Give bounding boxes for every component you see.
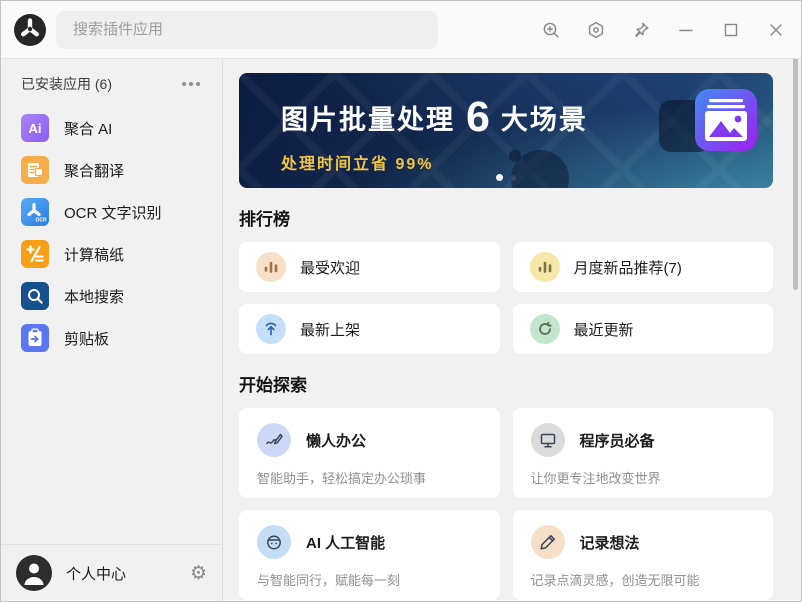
banner-subtitle: 处理时间立省 99%: [281, 156, 434, 173]
banner-title: 图片批量处理 6 大场景: [281, 96, 588, 139]
carousel-dot[interactable]: [510, 174, 516, 181]
personal-center-label[interactable]: 个人中心: [66, 563, 126, 584]
rank-card-monthly-new[interactable]: 月度新品推荐(7): [512, 242, 773, 292]
installed-app-list: Ai 聚合 AI 聚合翻译 OCR OCR 文字识别 计算稿纸 本地搜索 剪贴板: [1, 107, 222, 359]
image-app-icon: [695, 89, 757, 151]
monitor-icon: [530, 423, 565, 457]
rank-card-label: 最受欢迎: [300, 259, 361, 277]
explore-card-ai[interactable]: AI 人工智能 与智能同行，赋能每一刻: [239, 510, 500, 600]
rank-card-label: 月度新品推荐(7): [573, 259, 682, 277]
pencil-icon: [530, 525, 565, 559]
pin-icon[interactable]: [631, 20, 651, 40]
explore-card-grid: 懒人办公 智能助手，轻松搞定办公琐事 程序员必备 让你更专注地改变世界 AI 人…: [239, 408, 773, 600]
explore-card-label: 懒人办公: [306, 432, 367, 450]
maximize-icon[interactable]: [721, 20, 741, 40]
sidebar-header: 已安装应用 (6): [1, 59, 222, 94]
clipboard-badge-icon: [21, 324, 49, 352]
robot-icon: [257, 525, 291, 559]
minimize-icon[interactable]: [676, 20, 696, 40]
sidebar-item-label: 聚合 AI: [64, 120, 113, 138]
bar-chart-icon: [256, 252, 286, 282]
sidebar-item-label: 计算稿纸: [64, 246, 125, 264]
sidebar-item-jisuan-gaozhi[interactable]: 计算稿纸: [1, 233, 222, 275]
sidebar-item-juhe-fanyi[interactable]: 聚合翻译: [1, 149, 222, 191]
rank-card-label: 最近更新: [573, 321, 634, 339]
avatar[interactable]: [16, 555, 52, 591]
local-search-badge-icon: [21, 282, 49, 310]
window-controls: [541, 1, 786, 59]
explore-section-title: 开始探索: [239, 376, 307, 395]
rank-card-grid: 最受欢迎 月度新品推荐(7) 最新上架 最近更新: [239, 242, 773, 354]
more-options-icon[interactable]: [180, 78, 202, 90]
zoom-in-icon[interactable]: [541, 20, 561, 40]
chart-pen-icon: [257, 423, 291, 457]
explore-card-desc: 智能助手，轻松搞定办公琐事: [257, 471, 427, 486]
main-content: 图片批量处理 6 大场景 处理时间立省 99% 排行榜 最受欢迎 月度新品推荐(…: [224, 59, 801, 601]
sidebar-footer: 个人中心 ⚙: [1, 544, 222, 601]
promo-banner[interactable]: 图片批量处理 6 大场景 处理时间立省 99%: [239, 73, 773, 188]
app-window: 已安装应用 (6) Ai 聚合 AI 聚合翻译: [0, 0, 802, 602]
sidebar-item-jiantieban[interactable]: 剪贴板: [1, 317, 222, 359]
rank-card-recently-updated[interactable]: 最近更新: [512, 304, 773, 354]
close-icon[interactable]: [766, 20, 786, 40]
sidebar-item-juhe-ai[interactable]: Ai 聚合 AI: [1, 107, 222, 149]
sidebar-item-label: 剪贴板: [64, 330, 110, 348]
ai-badge-icon: Ai: [21, 114, 49, 142]
banner-title-suffix: 大场景: [500, 105, 588, 135]
settings-hexagon-icon[interactable]: [586, 20, 606, 40]
banner-text: 图片批量处理 6 大场景 处理时间立省 99%: [281, 96, 588, 174]
installed-apps-label: 已安装应用 (6): [21, 76, 112, 92]
ocr-badge-icon: OCR: [21, 198, 49, 226]
sidebar: 已安装应用 (6) Ai 聚合 AI 聚合翻译 OCR OCR 文字识别 计算稿…: [1, 59, 223, 601]
rank-card-label: 最新上架: [300, 321, 361, 339]
banner-title-number: 6: [466, 93, 490, 141]
explore-card-label: AI 人工智能: [306, 534, 386, 552]
svg-text:OCR: OCR: [35, 218, 47, 224]
refresh-icon: [529, 314, 560, 344]
sidebar-item-label: 聚合翻译: [64, 162, 125, 180]
explore-card-lazy-office[interactable]: 懒人办公 智能助手，轻松搞定办公琐事: [239, 408, 500, 498]
rank-card-newly-listed[interactable]: 最新上架: [239, 304, 500, 354]
svg-text:Ai: Ai: [29, 121, 42, 136]
carousel-dot-active[interactable]: [496, 174, 503, 181]
sidebar-item-label: OCR 文字识别: [64, 204, 162, 222]
app-logo-icon: [14, 13, 46, 46]
calculator-badge-icon: [21, 240, 49, 268]
top-bar: [1, 1, 801, 59]
sidebar-item-bendi-sousuo[interactable]: 本地搜索: [1, 275, 222, 317]
translate-badge-icon: [21, 156, 49, 184]
banner-title-prefix: 图片批量处理: [281, 105, 455, 135]
explore-card-desc: 让你更专注地改变世界: [530, 471, 661, 486]
explore-card-programmer[interactable]: 程序员必备 让你更专注地改变世界: [512, 408, 773, 498]
rank-section-title: 排行榜: [239, 210, 290, 229]
search-input[interactable]: [56, 10, 438, 49]
gear-icon[interactable]: ⚙: [190, 564, 207, 583]
upload-arrow-icon: [256, 314, 286, 344]
explore-card-desc: 记录点滴灵感，创造无限可能: [530, 573, 700, 588]
carousel-dots: [496, 174, 516, 181]
explore-card-label: 程序员必备: [579, 432, 655, 450]
rank-card-most-popular[interactable]: 最受欢迎: [239, 242, 500, 292]
sidebar-item-ocr[interactable]: OCR OCR 文字识别: [1, 191, 222, 233]
sidebar-item-label: 本地搜索: [64, 288, 125, 306]
bar-chart-icon: [529, 252, 560, 282]
explore-card-desc: 与智能同行，赋能每一刻: [257, 573, 401, 588]
explore-card-label: 记录想法: [579, 534, 640, 552]
explore-card-notes[interactable]: 记录想法 记录点滴灵感，创造无限可能: [512, 510, 773, 600]
